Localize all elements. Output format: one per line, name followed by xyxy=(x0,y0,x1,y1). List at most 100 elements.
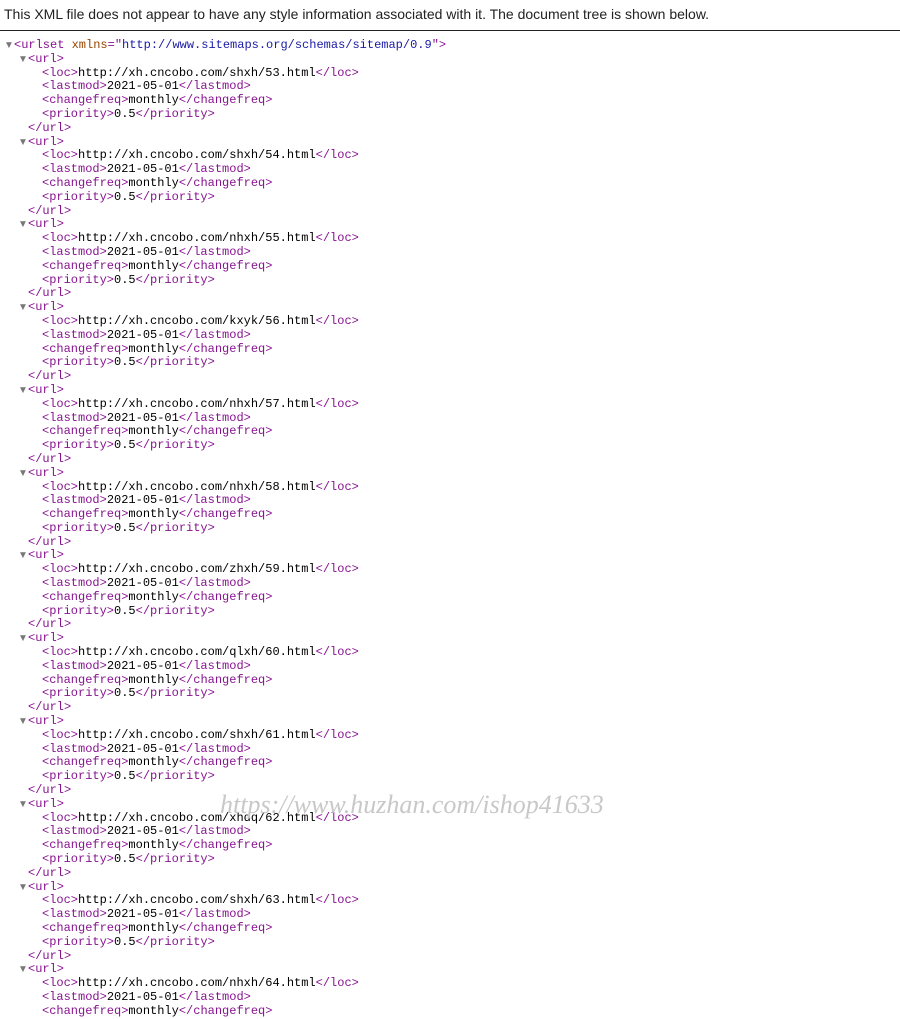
loc-close-tag: </loc> xyxy=(316,728,359,742)
priority-open-tag: <priority> xyxy=(42,935,114,949)
changefreq-open-tag: <changefreq> xyxy=(42,176,128,190)
root-open: ▼<urlset xmlns="http://www.sitemaps.org/… xyxy=(4,39,900,53)
url-close: </url> xyxy=(4,701,900,715)
lastmod-open-tag: <lastmod> xyxy=(42,576,107,590)
url-open-tag: <url> xyxy=(28,217,64,231)
loc-close-tag: </loc> xyxy=(316,645,359,659)
lastmod-value: 2021-05-01 xyxy=(107,907,179,921)
changefreq-close-tag: </changefreq> xyxy=(179,1004,273,1018)
expand-toggle-icon[interactable]: ▼ xyxy=(18,550,28,562)
loc-close-tag: </loc> xyxy=(316,811,359,825)
priority-close-tag: </priority> xyxy=(136,852,215,866)
url-open-tag: <url> xyxy=(28,135,64,149)
priority-open-tag: <priority> xyxy=(42,852,114,866)
indent-spacer xyxy=(32,247,42,259)
url-close-tag: </url> xyxy=(28,700,71,714)
expand-toggle-icon[interactable]: ▼ xyxy=(18,633,28,645)
url-open: ▼<url> xyxy=(4,384,900,398)
loc-open-tag: <loc> xyxy=(42,976,78,990)
indent-spacer xyxy=(32,923,42,935)
url-open: ▼<url> xyxy=(4,715,900,729)
indent-spacer xyxy=(32,68,42,80)
priority-value: 0.5 xyxy=(114,686,136,700)
loc-close-tag: </loc> xyxy=(316,314,359,328)
indent-spacer xyxy=(32,771,42,783)
indent-spacer xyxy=(32,757,42,769)
indent-spacer xyxy=(32,826,42,838)
expand-toggle-icon[interactable]: ▼ xyxy=(18,716,28,728)
lastmod-line: <lastmod>2021-05-01</lastmod> xyxy=(4,80,900,94)
priority-value: 0.5 xyxy=(114,273,136,287)
loc-open-tag: <loc> xyxy=(42,231,78,245)
loc-open-tag: <loc> xyxy=(42,397,78,411)
expand-toggle-icon[interactable]: ▼ xyxy=(18,964,28,976)
indent-spacer xyxy=(18,785,28,797)
indent-spacer xyxy=(18,123,28,135)
indent-spacer xyxy=(32,150,42,162)
priority-close-tag: </priority> xyxy=(136,355,215,369)
loc-close-tag: </loc> xyxy=(316,480,359,494)
loc-value: http://xh.cncobo.com/shxh/63.html xyxy=(78,893,316,907)
lastmod-close-tag: </lastmod> xyxy=(179,907,251,921)
loc-close-tag: </loc> xyxy=(316,893,359,907)
lastmod-open-tag: <lastmod> xyxy=(42,824,107,838)
indent-spacer xyxy=(32,688,42,700)
indent-spacer xyxy=(18,951,28,963)
expand-toggle-icon[interactable]: ▼ xyxy=(18,385,28,397)
indent-spacer xyxy=(32,275,42,287)
priority-close-tag: </priority> xyxy=(136,769,215,783)
expand-toggle-icon[interactable]: ▼ xyxy=(18,468,28,480)
expand-toggle-icon[interactable]: ▼ xyxy=(4,40,14,52)
indent-spacer xyxy=(18,288,28,300)
lastmod-open-tag: <lastmod> xyxy=(42,245,107,259)
changefreq-close-tag: </changefreq> xyxy=(179,755,273,769)
indent-spacer xyxy=(32,895,42,907)
changefreq-value: monthly xyxy=(128,755,178,769)
expand-toggle-icon[interactable]: ▼ xyxy=(18,799,28,811)
priority-line: <priority>0.5</priority> xyxy=(4,356,900,370)
indent-spacer xyxy=(32,578,42,590)
changefreq-value: monthly xyxy=(128,673,178,687)
loc-line: <loc>http://xh.cncobo.com/shxh/61.html</… xyxy=(4,729,900,743)
lastmod-close-tag: </lastmod> xyxy=(179,990,251,1004)
lastmod-value: 2021-05-01 xyxy=(107,328,179,342)
lastmod-line: <lastmod>2021-05-01</lastmod> xyxy=(4,163,900,177)
url-open-tag: <url> xyxy=(28,548,64,562)
expand-toggle-icon[interactable]: ▼ xyxy=(18,219,28,231)
indent-spacer xyxy=(32,1006,42,1018)
loc-value: http://xh.cncobo.com/kxyk/56.html xyxy=(78,314,316,328)
url-close: </url> xyxy=(4,618,900,632)
changefreq-close-tag: </changefreq> xyxy=(179,921,273,935)
changefreq-open-tag: <changefreq> xyxy=(42,342,128,356)
loc-line: <loc>http://xh.cncobo.com/nhxh/57.html</… xyxy=(4,398,900,412)
url-open: ▼<url> xyxy=(4,549,900,563)
changefreq-value: monthly xyxy=(128,921,178,935)
url-close: </url> xyxy=(4,950,900,964)
url-open: ▼<url> xyxy=(4,632,900,646)
indent-spacer xyxy=(32,675,42,687)
changefreq-line: <changefreq>monthly</changefreq> xyxy=(4,1005,900,1019)
lastmod-close-tag: </lastmod> xyxy=(179,79,251,93)
changefreq-open-tag: <changefreq> xyxy=(42,921,128,935)
priority-value: 0.5 xyxy=(114,107,136,121)
priority-value: 0.5 xyxy=(114,438,136,452)
loc-close-tag: </loc> xyxy=(316,562,359,576)
url-close-tag: </url> xyxy=(28,452,71,466)
indent-spacer xyxy=(32,440,42,452)
url-close-tag: </url> xyxy=(28,866,71,880)
expand-toggle-icon[interactable]: ▼ xyxy=(18,882,28,894)
changefreq-line: <changefreq>monthly</changefreq> xyxy=(4,756,900,770)
lastmod-close-tag: </lastmod> xyxy=(179,824,251,838)
expand-toggle-icon[interactable]: ▼ xyxy=(18,302,28,314)
expand-toggle-icon[interactable]: ▼ xyxy=(18,54,28,66)
url-open-tag: <url> xyxy=(28,962,64,976)
expand-toggle-icon[interactable]: ▼ xyxy=(18,137,28,149)
priority-close-tag: </priority> xyxy=(136,273,215,287)
indent-spacer xyxy=(32,744,42,756)
url-open-tag: <url> xyxy=(28,797,64,811)
loc-value: http://xh.cncobo.com/shxh/61.html xyxy=(78,728,316,742)
lastmod-close-tag: </lastmod> xyxy=(179,576,251,590)
lastmod-open-tag: <lastmod> xyxy=(42,742,107,756)
indent-spacer xyxy=(32,730,42,742)
changefreq-close-tag: </changefreq> xyxy=(179,176,273,190)
